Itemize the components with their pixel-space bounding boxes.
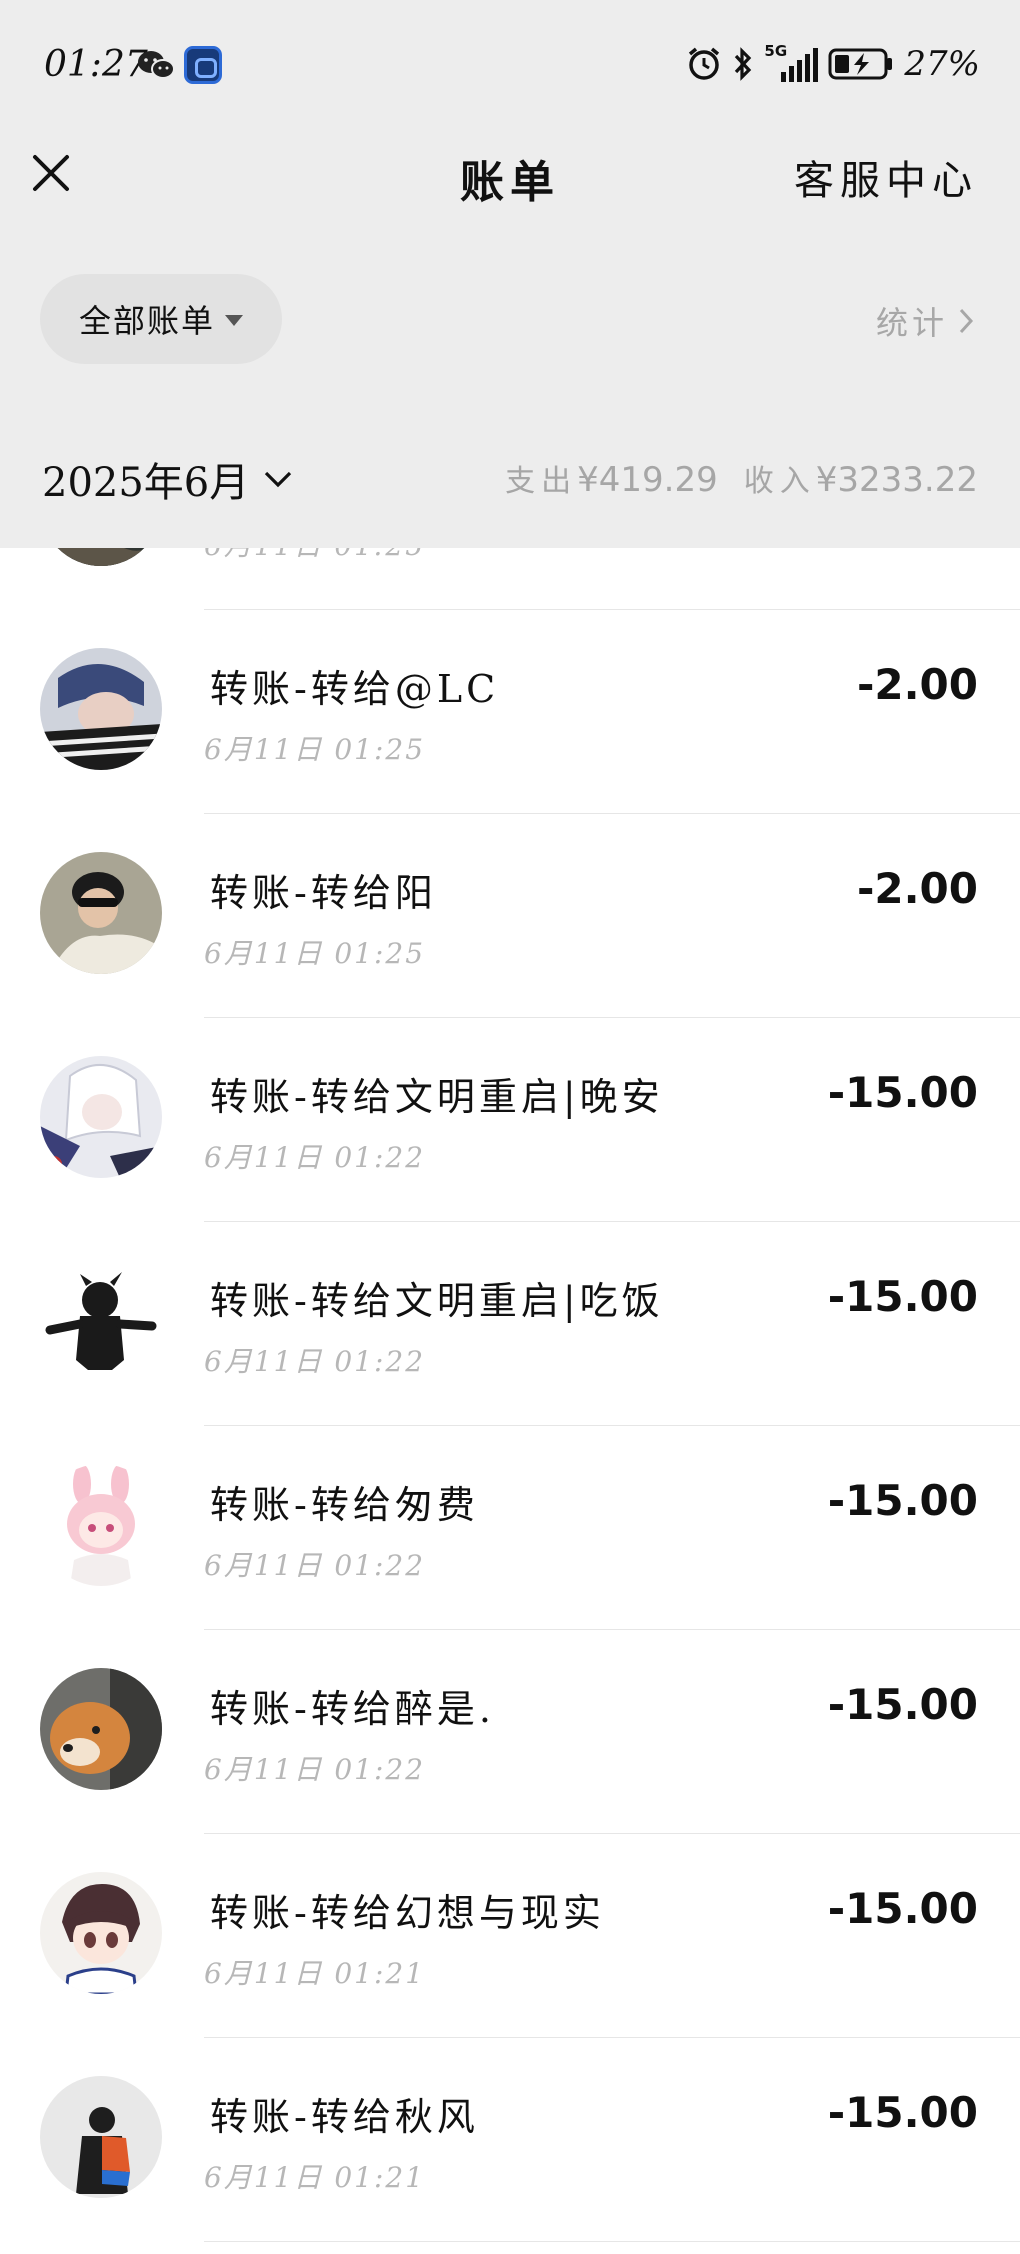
transaction-amount: -15.00 [827,1884,978,1933]
transaction-title: 转账-转给文明重启|晚安 [210,1075,664,1119]
avatar [40,648,162,770]
transaction-amount: -15.00 [827,1680,978,1729]
avatar [40,1260,162,1382]
month-summary: 支出¥419.29 收入¥3233.22 [505,456,978,500]
month-selector[interactable]: 2025年6月 [42,450,293,508]
transaction-title: 转账-转给秋风 [210,2095,479,2139]
app-notification-icon [184,46,222,84]
network-type-label: 5G [764,42,788,60]
alarm-icon [689,47,720,80]
status-bar: 01:27 5G 27% [0,0,1020,130]
income-label: 收入 [743,464,816,499]
transaction-time: 6月11日 01:25 [204,548,425,564]
signal-icon: 5G [764,42,819,82]
avatar [40,1668,162,1790]
transaction-row[interactable]: 转账-转给幻想与现实 6月11日 01:21 -15.00 [0,1834,1020,2038]
chevron-right-icon [959,308,974,334]
customer-service-link[interactable]: 客服中心 [794,148,978,206]
transaction-title: 转账-转给幻想与现实 [210,1891,605,1935]
income-summary: 收入¥3233.22 [744,456,978,500]
status-icons: 5G 27% [686,42,980,86]
avatar [40,1056,162,1178]
transaction-list: 6月11日 01:25 转账-转给@LC 6月11日 01:25 -2.00 [0,548,1020,2254]
bluetooth-icon [735,47,752,81]
nav-bar: 账单 客服中心 [0,130,1020,230]
status-time: 01:27 [44,44,148,85]
transaction-row[interactable]: 转账-转给匆费 6月11日 01:22 -15.00 [0,1426,1020,1630]
transaction-row[interactable]: 转账-转给文明重启|晚安 6月11日 01:22 -15.00 [0,1018,1020,1222]
transaction-amount: -2.00 [856,660,978,709]
transaction-time: 6月11日 01:21 [204,2161,426,2194]
battery-icon [828,48,893,80]
transaction-row[interactable]: 转账-转给@LC 6月11日 01:25 -2.00 [0,610,1020,814]
expense-value: ¥419.29 [577,460,718,500]
all-bills-filter[interactable]: 全部账单 [40,274,282,364]
transaction-time: 6月11日 01:25 [204,733,426,766]
expense-label: 支出 [505,464,578,499]
transaction-amount: -15.00 [827,1272,978,1321]
transaction-row[interactable]: 转账-转给醉是. 6月11日 01:22 -15.00 [0,1630,1020,1834]
avatar [40,548,162,566]
month-bar: 2025年6月 支出¥419.29 收入¥3233.22 [0,406,1020,548]
transaction-title: 转账-转给@LC [210,667,500,711]
transaction-time: 6月11日 01:22 [204,1345,426,1378]
wechat-icon [138,51,175,79]
transaction-title: 转账-转给醉是. [210,1687,495,1731]
filter-label: 全部账单 [78,302,215,340]
avatar [40,2076,162,2198]
income-value: ¥3233.22 [815,460,978,500]
month-label: 2025年6月 [42,460,250,506]
transaction-row[interactable]: 6月11日 01:25 [0,548,1020,610]
transaction-title: 转账-转给阳 [210,871,437,915]
filter-bar: 全部账单 统计 [0,230,1020,400]
transaction-time: 6月11日 01:22 [204,1753,426,1786]
transaction-title: 转账-转给匆费 [210,1483,479,1527]
transaction-amount: -15.00 [827,1476,978,1525]
transaction-title: 转账-转给文明重启|吃饭 [210,1279,664,1323]
chevron-down-icon [265,471,292,488]
row-divider [204,2241,1020,2242]
expense-summary: 支出¥419.29 [505,456,718,500]
avatar [40,1464,162,1586]
caret-down-icon [225,314,243,326]
transaction-amount: -2.00 [856,864,978,913]
transaction-time: 6月11日 01:25 [204,937,426,970]
header-area: 01:27 5G 27% 账单 客服中心 全部账单 统计 2025年6月 支出¥… [0,0,1020,548]
statistics-label: 统计 [875,304,948,342]
transaction-amount: -15.00 [827,1068,978,1117]
transaction-amount: -15.00 [827,2088,978,2137]
transaction-row[interactable]: 转账-转给文明重启|吃饭 6月11日 01:22 -15.00 [0,1222,1020,1426]
transaction-time: 6月11日 01:21 [204,1957,426,1990]
transaction-row[interactable]: 转账-转给阳 6月11日 01:25 -2.00 [0,814,1020,1018]
transaction-time: 6月11日 01:22 [204,1141,426,1174]
avatar [40,1872,162,1994]
statistics-link[interactable]: 统计 [876,298,974,344]
transaction-time: 6月11日 01:22 [204,1549,426,1582]
transaction-row[interactable]: 转账-转给秋风 6月11日 01:21 -15.00 [0,2038,1020,2242]
battery-percent: 27% [904,44,980,84]
avatar [40,852,162,974]
